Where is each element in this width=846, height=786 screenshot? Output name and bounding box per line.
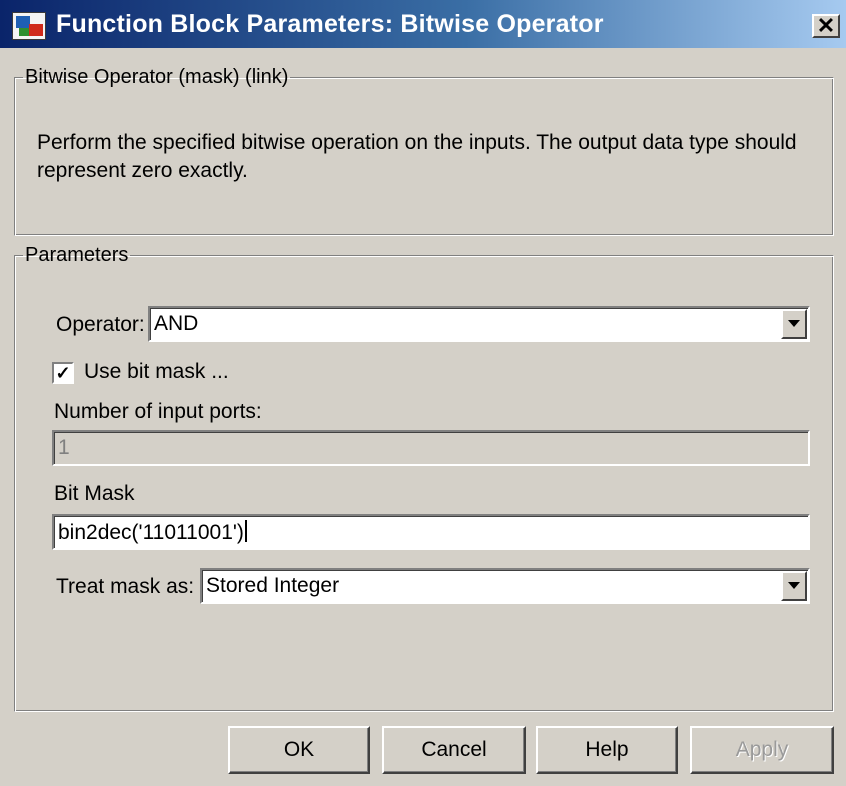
treat-mask-as-label: Treat mask as: bbox=[56, 575, 195, 598]
treat-mask-as-dropdown[interactable]: Stored Integer bbox=[200, 568, 810, 604]
cancel-button[interactable]: Cancel bbox=[382, 726, 526, 774]
use-bit-mask-label[interactable]: Use bit mask ... bbox=[84, 360, 229, 384]
operator-value: AND bbox=[154, 312, 199, 335]
treat-mask-as-value: Stored Integer bbox=[206, 574, 340, 597]
block-description: Perform the specified bitwise operation … bbox=[37, 131, 797, 182]
num-input-ports-field: 1 bbox=[52, 430, 810, 466]
bit-mask-label: Bit Mask bbox=[54, 482, 135, 505]
operator-label: Operator: bbox=[56, 313, 145, 336]
operator-dropdown[interactable]: AND bbox=[148, 306, 810, 342]
ok-button[interactable]: OK bbox=[228, 726, 370, 774]
description-group: Bitwise Operator (mask) (link) Perform t… bbox=[14, 66, 834, 236]
help-button[interactable]: Help bbox=[536, 726, 678, 774]
use-bit-mask-checkbox[interactable]: ✓ bbox=[52, 362, 74, 384]
checkmark-icon: ✓ bbox=[55, 363, 71, 383]
window-title: Function Block Parameters: Bitwise Opera… bbox=[56, 10, 604, 38]
num-input-ports-value: 1 bbox=[58, 436, 70, 459]
bit-mask-input[interactable]: bin2dec('11011001') bbox=[52, 514, 810, 550]
title-bar[interactable]: Function Block Parameters: Bitwise Opera… bbox=[0, 0, 846, 48]
dialog-window: Function Block Parameters: Bitwise Opera… bbox=[0, 0, 846, 786]
apply-button[interactable]: Apply bbox=[690, 726, 834, 774]
parameters-group-title: Parameters bbox=[25, 244, 129, 266]
close-button[interactable]: ✕ bbox=[812, 14, 840, 38]
bit-mask-value: bin2dec('11011001') bbox=[58, 521, 244, 544]
chevron-down-icon[interactable] bbox=[781, 309, 807, 339]
num-input-ports-label: Number of input ports: bbox=[54, 400, 262, 423]
close-icon: ✕ bbox=[816, 13, 836, 38]
simulink-block-icon[interactable] bbox=[12, 12, 46, 40]
description-group-title: Bitwise Operator (mask) (link) bbox=[25, 66, 289, 88]
text-cursor bbox=[244, 520, 247, 542]
chevron-down-icon[interactable] bbox=[781, 571, 807, 601]
